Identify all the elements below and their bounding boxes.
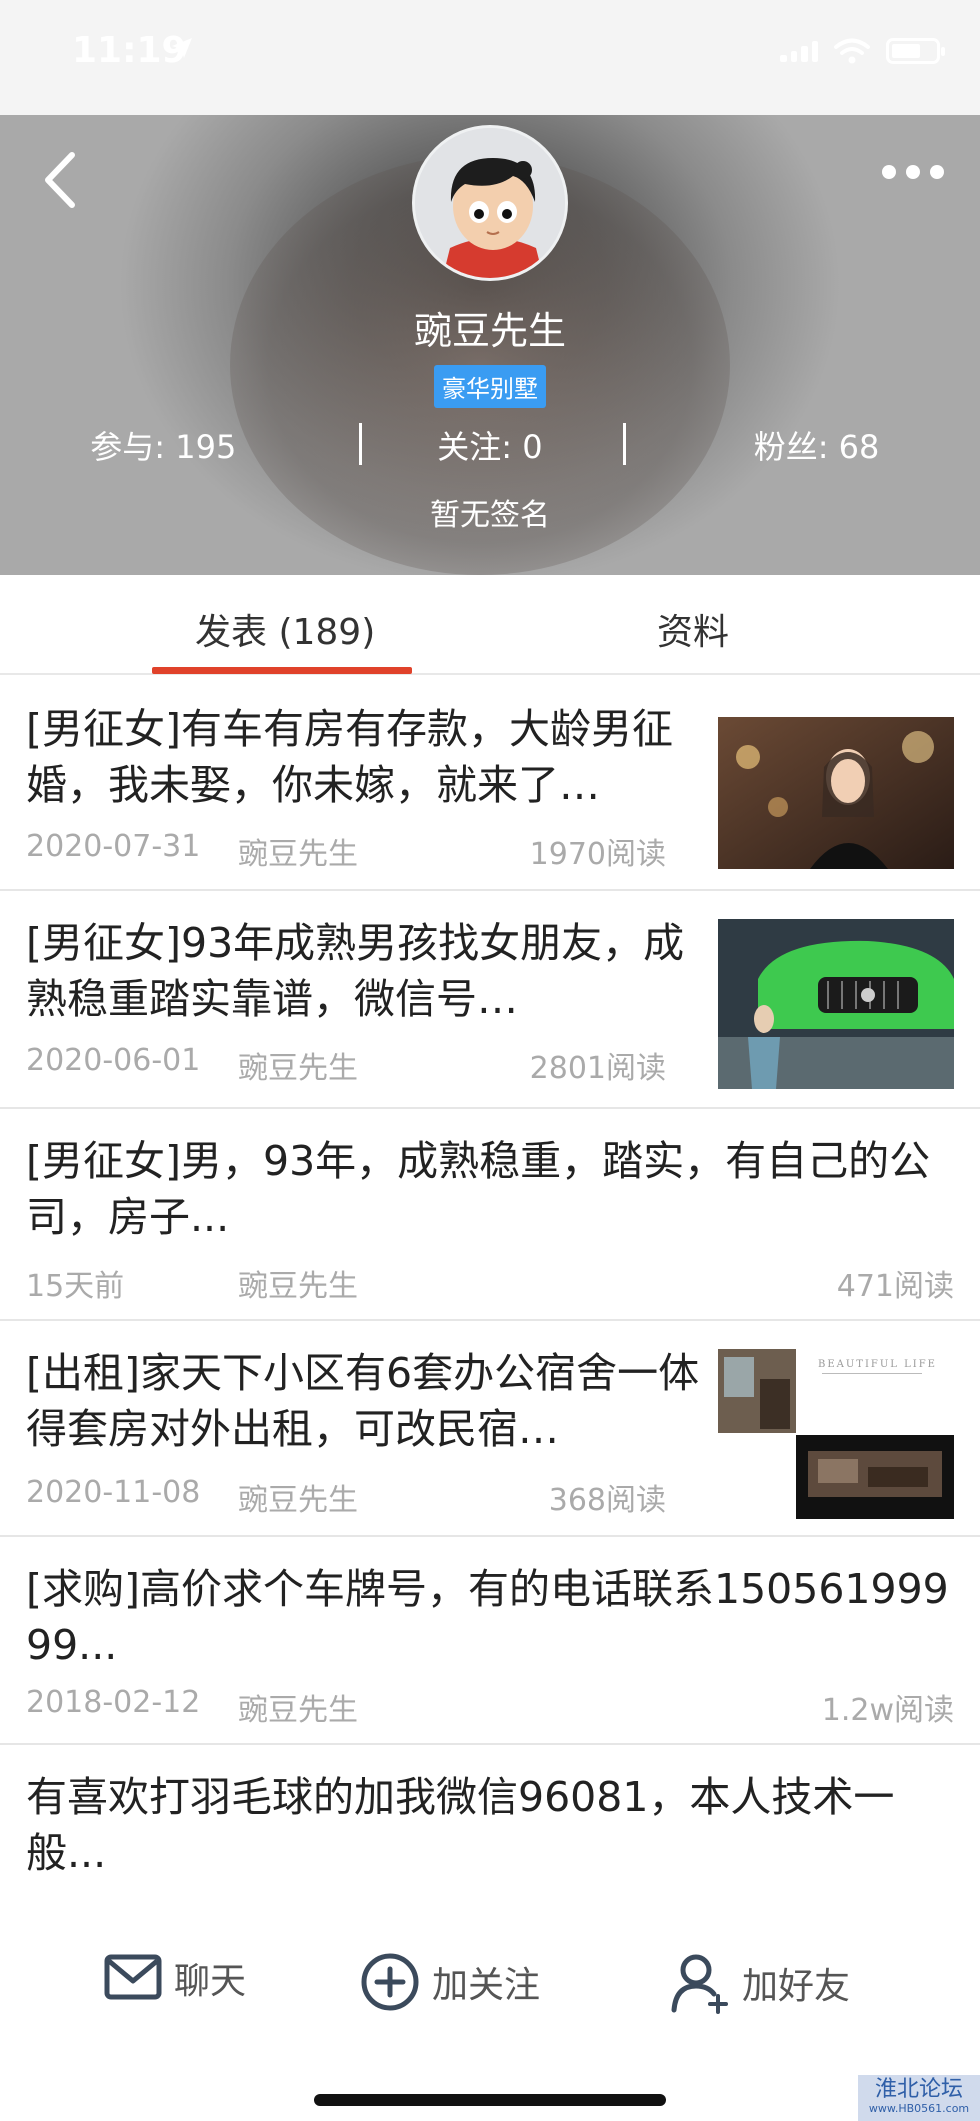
post-title[interactable]: [男征女]有车有房有存款，大龄男征婚，我未娶，你未嫁，就来了… (26, 701, 706, 813)
list-item[interactable]: [男征女]男，93年，成熟稳重，踏实，有自己的公司，房子... 15天前 豌豆先… (0, 1109, 980, 1321)
post-author: 豌豆先生 (238, 1269, 358, 1304)
post-title[interactable]: [求购]高价求个车牌号，有的电话联系15056199999... (26, 1561, 956, 1673)
post-thumbnail[interactable] (718, 919, 954, 1089)
home-indicator[interactable] (314, 2094, 666, 2106)
watermark-text: 淮北论坛 (874, 2077, 963, 2102)
location-arrow-icon (172, 38, 192, 58)
more-options-icon[interactable] (882, 165, 944, 179)
post-title[interactable]: 有喜欢打羽毛球的加我微信96081，本人技术一般... (26, 1769, 956, 1881)
stat-following[interactable]: 关注: 0 (327, 422, 654, 468)
post-title[interactable]: [男征女]93年成熟男孩找女朋友，成熟稳重踏实靠谱，微信号… (26, 915, 706, 1027)
profile-tabs: 发表 (189) 资料 (0, 575, 980, 675)
cellular-signal-icon (780, 40, 818, 62)
stat-divider (623, 423, 626, 465)
status-icons (780, 38, 945, 64)
username: 豌豆先生 (413, 309, 566, 353)
profile-stats: 参与: 195 关注: 0 粉丝: 68 (0, 415, 980, 475)
thumbnail-caption: BEAUTIFUL LIFE (818, 1359, 937, 1370)
post-date: 2018-02-12 (26, 1685, 201, 1720)
plus-circle-icon (361, 1953, 419, 2011)
post-author: 豌豆先生 (238, 837, 358, 872)
tab-profile-info[interactable]: 资料 (657, 603, 729, 655)
watermark: 淮北论坛 www.HB0561.com (858, 2075, 980, 2121)
stat-participation[interactable]: 参与: 195 (0, 422, 327, 468)
bottom-action-bar: 聊天 加关注 加好友 淮北论坛 www.HB0561.com (0, 1902, 980, 2121)
active-tab-indicator (152, 667, 412, 674)
post-reads: 2801阅读 (529, 1051, 666, 1086)
post-date: 15天前 (26, 1269, 125, 1304)
post-author: 豌豆先生 (238, 1693, 358, 1728)
post-title[interactable]: [出租]家天下小区有6套办公宿舍一体得套房对外出租，可改民宿… (26, 1345, 706, 1457)
post-reads: 368阅读 (548, 1483, 666, 1518)
post-list: [男征女]有车有房有存款，大龄男征婚，我未娶，你未嫁，就来了… 2020-07-… (0, 677, 980, 1902)
list-item[interactable]: [男征女]93年成熟男孩找女朋友，成熟稳重踏实靠谱，微信号… 2020-06-0… (0, 891, 980, 1109)
list-item[interactable]: 有喜欢打羽毛球的加我微信96081，本人技术一般... (0, 1745, 980, 1902)
post-title[interactable]: [男征女]男，93年，成熟稳重，踏实，有自己的公司，房子... (26, 1133, 956, 1245)
list-item[interactable]: [男征女]有车有房有存款，大龄男征婚，我未娶，你未嫁，就来了… 2020-07-… (0, 677, 980, 891)
watermark-url: www.HB0561.com (868, 2102, 970, 2115)
battery-icon (886, 38, 945, 64)
add-friend-label: 加好友 (742, 1966, 851, 2007)
post-author: 豌豆先生 (238, 1051, 358, 1086)
avatar[interactable] (412, 125, 568, 281)
follow-label: 加关注 (432, 1965, 541, 2006)
post-reads: 1970阅读 (529, 837, 666, 872)
stat-followers[interactable]: 粉丝: 68 (653, 422, 980, 468)
profile-header: 豌豆先生 豪华别墅 参与: 195 关注: 0 粉丝: 68 暂无签名 (0, 115, 980, 575)
list-item[interactable]: [求购]高价求个车牌号，有的电话联系15056199999... 2018-02… (0, 1537, 980, 1745)
post-thumbnail[interactable]: BEAUTIFUL LIFE (718, 1349, 954, 1519)
post-date: 2020-07-31 (26, 829, 201, 864)
add-friend-button[interactable]: 加好友 (670, 1952, 850, 2014)
level-badge: 豪华别墅 (434, 365, 546, 408)
back-arrow-icon[interactable] (36, 145, 86, 215)
post-reads: 1.2w阅读 (821, 1693, 954, 1728)
post-thumbnail[interactable] (718, 717, 954, 869)
follow-button[interactable]: 加关注 (360, 1952, 540, 2012)
add-user-icon (671, 1954, 728, 2014)
post-author: 豌豆先生 (238, 1483, 358, 1518)
chat-label: 聊天 (174, 1961, 247, 2002)
post-date: 2020-11-08 (26, 1475, 201, 1510)
post-reads: 471阅读 (836, 1269, 954, 1304)
status-bar: 11:19 (0, 0, 980, 115)
post-date: 2020-06-01 (26, 1043, 201, 1078)
wifi-icon (834, 38, 870, 64)
tab-posts[interactable]: 发表 (189) (195, 603, 375, 655)
signature: 暂无签名 (430, 498, 550, 533)
thumbnail-caption-rule (822, 1373, 922, 1374)
chat-button[interactable]: 聊天 (104, 1952, 246, 2004)
envelope-icon (104, 1954, 162, 2000)
stat-divider (359, 423, 362, 465)
list-item[interactable]: [出租]家天下小区有6套办公宿舍一体得套房对外出租，可改民宿… 2020-11-… (0, 1321, 980, 1537)
